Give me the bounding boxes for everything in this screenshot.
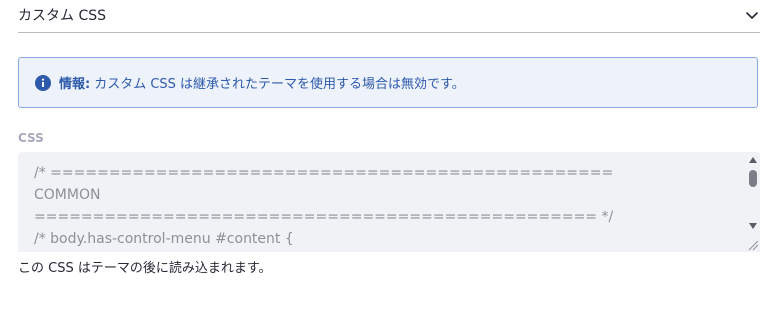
info-alert: 情報: カスタム CSS は継承されたテーマを使用する場合は無効です。 [18, 57, 758, 108]
css-code-textarea[interactable]: /* =====================================… [34, 162, 730, 250]
scroll-thumb[interactable] [749, 170, 757, 187]
alert-lead: 情報: [59, 77, 91, 92]
alert-message: カスタム CSS は継承されたテーマを使用する場合は無効です。 [94, 77, 465, 92]
css-help-text: この CSS はテーマの後に読み込まれます。 [18, 261, 272, 276]
css-editor[interactable]: /* =====================================… [18, 152, 760, 252]
css-field-label: CSS [18, 131, 44, 145]
custom-css-section-toggle[interactable]: カスタム CSS [18, 0, 760, 33]
custom-css-panel: カスタム CSS 情報: カスタム CSS は継承されたテーマを使用する場合は無… [0, 0, 776, 313]
scroll-up-arrow-icon[interactable] [749, 157, 757, 163]
section-title: カスタム CSS [18, 8, 106, 24]
scroll-down-arrow-icon[interactable] [749, 223, 757, 229]
info-circle-icon [35, 74, 51, 91]
chevron-down-icon [746, 12, 758, 19]
editor-scrollbar[interactable] [746, 152, 760, 252]
resize-grip-icon[interactable] [747, 239, 759, 251]
